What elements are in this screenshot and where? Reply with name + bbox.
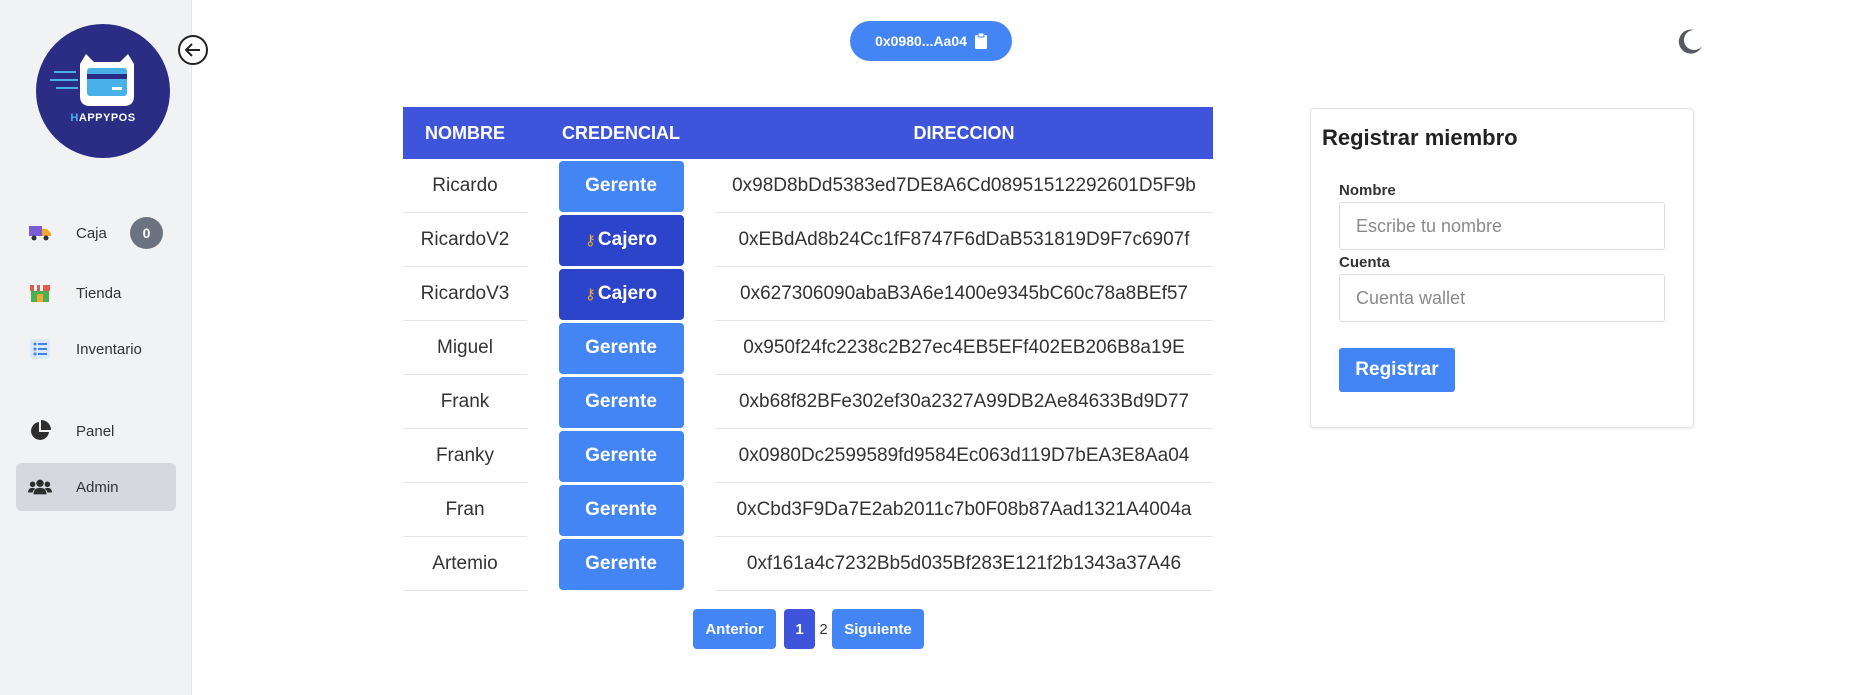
member-name: Miguel bbox=[403, 321, 527, 375]
credential-cell: ⚷ Cajero bbox=[527, 213, 715, 267]
caja-count-badge: 0 bbox=[130, 217, 163, 249]
column-header-direccion: DIRECCION bbox=[913, 122, 1015, 143]
member-name: Franky bbox=[403, 429, 527, 483]
table-body: Ricardo Gerente 0x98D8bDd5383ed7DE8A6Cd089… bbox=[403, 159, 1213, 591]
credential-cell: Gerente bbox=[527, 159, 715, 213]
users-icon bbox=[28, 475, 52, 499]
credential-label: Gerente bbox=[585, 499, 657, 520]
moon-icon[interactable] bbox=[1675, 26, 1705, 56]
list-icon bbox=[28, 337, 52, 361]
nombre-label: Nombre bbox=[1339, 182, 1396, 199]
store-icon bbox=[28, 281, 52, 305]
table-row: Franky Gerente 0x0980Dc2599589fd9584Ec063d… bbox=[403, 429, 1213, 483]
card-title: Registrar miembro bbox=[1322, 125, 1518, 150]
table-row: Miguel Gerente 0x950f24fc2238c2B27ec4EB5EF… bbox=[403, 321, 1213, 375]
column-header-credencial: CREDENCIAL bbox=[561, 122, 680, 143]
sidebar: HAPPYPOS Caja 0 Tienda Inventario Panel … bbox=[0, 0, 192, 695]
credential-button[interactable]: ⚷ Cajero bbox=[558, 214, 684, 266]
member-address: 0xCbd3F9Da7E2ab2011c7b0F08b87Aad1321A400… bbox=[715, 483, 1213, 537]
credential-cell: Gerente bbox=[527, 375, 715, 429]
credential-label: Gerente bbox=[585, 553, 657, 574]
register-member-card: Registrar miembro Nombre Cuenta Registra… bbox=[1310, 108, 1694, 428]
logo-text: HAPPYPOS bbox=[70, 112, 136, 124]
page-1-button[interactable]: 1 bbox=[784, 609, 815, 649]
table-row: Ricardo Gerente 0x98D8bDd5383ed7DE8A6Cd089… bbox=[403, 159, 1213, 213]
previous-page-button[interactable]: Anterior bbox=[693, 609, 776, 649]
key-icon: ⚷ bbox=[584, 232, 596, 249]
table-row: Artemio Gerente 0xf161a4c7232Bb5d035Bf283E… bbox=[403, 537, 1213, 591]
wallet-address-button[interactable]: 0x0980...Aa04 bbox=[850, 21, 1012, 61]
member-name: Ricardo bbox=[403, 159, 527, 213]
member-name: RicardoV3 bbox=[403, 267, 527, 321]
next-page-button[interactable]: Siguiente bbox=[832, 609, 924, 649]
wallet-address: 0x0980...Aa04 bbox=[875, 33, 967, 49]
table-row: RicardoV2 ⚷ Cajero 0xEBdAd8b24Cc1fF8747F6dD… bbox=[403, 213, 1213, 267]
member-address: 0x627306090abaB3A6e1400e9345bC60c78a8BEf… bbox=[715, 267, 1213, 321]
key-icon: ⚷ bbox=[584, 286, 596, 303]
column-header-nombre: NOMBRE bbox=[425, 122, 505, 143]
credential-button[interactable]: Gerente bbox=[558, 160, 684, 212]
sidebar-item-admin[interactable]: Admin bbox=[16, 463, 176, 511]
member-address: 0x98D8bDd5383ed7DE8A6Cd08951512292601D5F… bbox=[715, 159, 1213, 213]
member-name: Artemio bbox=[403, 537, 527, 591]
members-table: NOMBRE CREDENCIAL DIRECCION Ricardo Geren… bbox=[403, 107, 1213, 591]
sidebar-item-panel[interactable]: Panel bbox=[16, 407, 176, 455]
member-address: 0x950f24fc2238c2B27ec4EB5EFf402EB206B8a1… bbox=[715, 321, 1213, 375]
table-header: NOMBRE CREDENCIAL DIRECCION bbox=[403, 107, 1213, 159]
pie-chart-icon bbox=[28, 419, 52, 443]
credential-label: Gerente bbox=[585, 337, 657, 358]
credential-label: Gerente bbox=[585, 391, 657, 412]
pagination: Anterior 1 2 Siguiente bbox=[693, 609, 924, 649]
credential-button[interactable]: Gerente bbox=[558, 376, 684, 428]
credential-label: Cajero bbox=[597, 283, 658, 304]
member-address: 0xf161a4c7232Bb5d035Bf283E121f2b1343a37A… bbox=[715, 537, 1213, 591]
cat-card-icon bbox=[50, 54, 134, 106]
table-row: RicardoV3 ⚷ Cajero 0x627306090abaB3A6e1400e… bbox=[403, 267, 1213, 321]
credential-label: Cajero bbox=[597, 229, 658, 250]
sidebar-item-caja[interactable]: Caja 0 bbox=[16, 209, 176, 257]
member-name: Fran bbox=[403, 483, 527, 537]
nombre-input[interactable] bbox=[1339, 202, 1665, 250]
credential-cell: Gerente bbox=[527, 429, 715, 483]
back-arrow-button[interactable] bbox=[178, 35, 208, 65]
credential-label: Gerente bbox=[585, 175, 657, 196]
member-name: RicardoV2 bbox=[403, 213, 527, 267]
member-name: Frank bbox=[403, 375, 527, 429]
delivery-truck-icon bbox=[28, 221, 52, 245]
member-address: 0xEBdAd8b24Cc1fF8747F6dDaB531819D9F7c690… bbox=[715, 213, 1213, 267]
credential-cell: Gerente bbox=[527, 537, 715, 591]
credential-label: Gerente bbox=[585, 445, 657, 466]
member-address: 0xb68f82BFe302ef30a2327A99DB2Ae84633Bd9D… bbox=[715, 375, 1213, 429]
sidebar-item-inventario[interactable]: Inventario bbox=[16, 325, 176, 373]
cuenta-input[interactable] bbox=[1339, 274, 1665, 322]
credential-cell: Gerente bbox=[527, 321, 715, 375]
clipboard-icon bbox=[974, 33, 987, 49]
credential-button[interactable]: ⚷ Cajero bbox=[558, 268, 684, 320]
credential-cell: ⚷ Cajero bbox=[527, 267, 715, 321]
member-address: 0x0980Dc2599589fd9584Ec063d119D7bEA3E8Aa… bbox=[715, 429, 1213, 483]
happypos-logo[interactable]: HAPPYPOS bbox=[36, 24, 170, 158]
page-2-link[interactable]: 2 bbox=[815, 621, 832, 638]
credential-button[interactable]: Gerente bbox=[558, 538, 684, 590]
sidebar-item-tienda[interactable]: Tienda bbox=[16, 269, 176, 317]
credential-button[interactable]: Gerente bbox=[558, 430, 684, 482]
arrow-left-icon bbox=[185, 43, 200, 57]
cuenta-label: Cuenta bbox=[1339, 254, 1390, 271]
credential-button[interactable]: Gerente bbox=[558, 322, 684, 374]
credential-cell: Gerente bbox=[527, 483, 715, 537]
credential-button[interactable]: Gerente bbox=[558, 484, 684, 536]
table-row: Fran Gerente 0xCbd3F9Da7E2ab2011c7b0F08b87… bbox=[403, 483, 1213, 537]
registrar-button[interactable]: Registrar bbox=[1339, 348, 1455, 392]
table-row: Frank Gerente 0xb68f82BFe302ef30a2327A99DB… bbox=[403, 375, 1213, 429]
